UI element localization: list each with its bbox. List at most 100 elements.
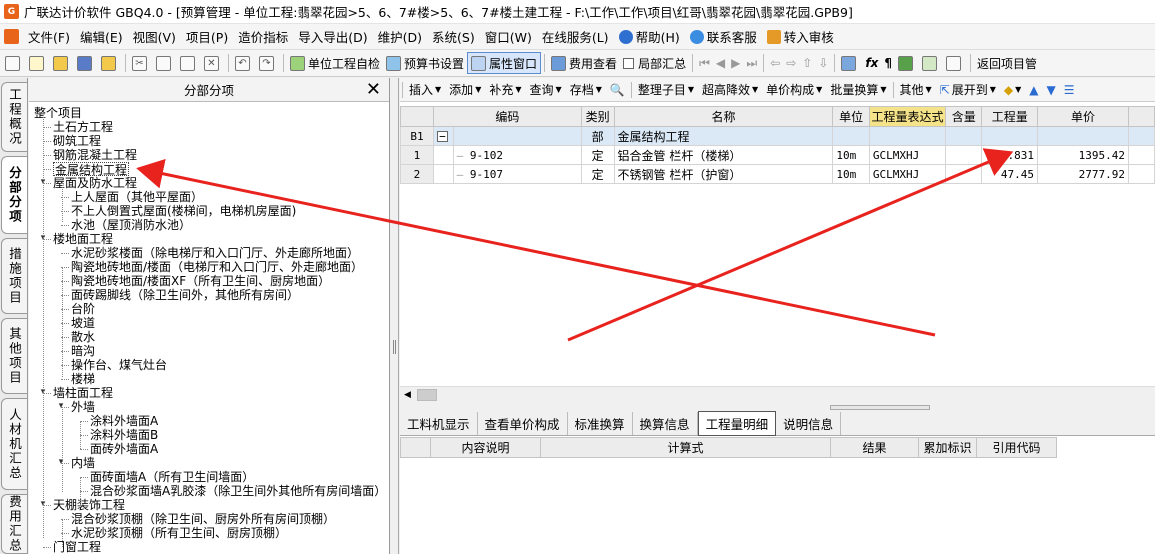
menu-system[interactable]: 系统(S)	[427, 27, 480, 46]
chevron-down-icon[interactable]: ▾	[56, 457, 66, 467]
image-button[interactable]	[919, 52, 943, 74]
tree-node[interactable]: 面砖面墙A（所有卫生间墙面）	[90, 470, 254, 484]
col-unit-price[interactable]: 单价	[1036, 106, 1129, 127]
move-up-row-button[interactable]: ▲	[1025, 83, 1042, 97]
unit-price-composition-button[interactable]: 单价构成 ▼	[762, 81, 826, 98]
tree-node[interactable]: 混合砂浆面墙A乳胶漆（除卫生间外其他所有房间墙面）	[90, 484, 386, 498]
tree-node[interactable]: 天棚装饰工程	[53, 498, 125, 512]
property-window-button[interactable]: 属性窗口	[467, 52, 542, 74]
tree-node[interactable]: 台阶	[71, 302, 95, 316]
table-row[interactable]: B1 − 部 金属结构工程	[400, 126, 1155, 146]
detail-col-description[interactable]: 内容说明	[430, 437, 541, 458]
tree-node[interactable]: 内墙	[71, 456, 95, 470]
new-button[interactable]	[2, 52, 26, 74]
cell-content[interactable]	[945, 145, 983, 165]
paragraph-button[interactable]: ¶	[881, 52, 895, 74]
tab-description[interactable]: 说明信息	[776, 412, 842, 435]
copy-button[interactable]	[153, 52, 177, 74]
menu-contact[interactable]: 联系客服	[685, 27, 762, 46]
menu-transfer-review[interactable]: 转入审核	[762, 27, 839, 46]
cell-unit-price[interactable]	[1036, 126, 1129, 146]
delete-button[interactable]: ✕	[201, 52, 225, 74]
cell-code[interactable]: — 9-102	[452, 145, 582, 165]
close-icon[interactable]: ✕	[366, 79, 381, 100]
menu-online-service[interactable]: 在线服务(L)	[537, 27, 614, 46]
return-project-button[interactable]: 返回项目管	[974, 52, 1040, 74]
cell-type[interactable]: 部	[580, 126, 615, 146]
budget-settings-button[interactable]: 预算书设置	[383, 52, 467, 74]
chevron-down-icon[interactable]: ▾	[56, 401, 66, 411]
tab-divisions[interactable]: 分部分项	[1, 156, 27, 234]
tree-node[interactable]: 暗沟	[71, 344, 95, 358]
tab-standard-conversion[interactable]: 标准换算	[568, 412, 633, 435]
cell-content[interactable]	[945, 164, 983, 184]
tree-node[interactable]: 屋面及防水工程	[53, 176, 137, 190]
tree-node[interactable]: 门窗工程	[53, 540, 101, 554]
undo-button[interactable]: ↶	[232, 52, 256, 74]
tree-node[interactable]: 涂料外墙面B	[90, 428, 158, 442]
cell-unit[interactable]	[832, 126, 870, 146]
cell-unit-price[interactable]: 2777.92	[1036, 164, 1129, 184]
splitter-grip[interactable]	[830, 405, 930, 410]
tree-node[interactable]: 操作台、煤气灶台	[71, 358, 167, 372]
cell-quantity[interactable]	[981, 126, 1038, 146]
tree-node[interactable]: 面砖踢脚线（除卫生间外，其他所有房间）	[71, 288, 299, 302]
insert-button[interactable]: 插入 ▼	[405, 81, 445, 98]
menu-cost-index[interactable]: 造价指标	[233, 27, 293, 46]
detail-col-accumulate[interactable]: 累加标识	[918, 437, 977, 458]
tab-unit-price-composition[interactable]: 查看单价构成	[478, 412, 568, 435]
cell-content[interactable]	[945, 126, 983, 146]
menu-edit[interactable]: 编辑(E)	[75, 27, 128, 46]
table-row[interactable]: 1 — 9-102 定 铝合金管 栏杆（楼梯） 10m GCLMXHJ 8.83…	[400, 145, 1155, 165]
cell-quantity[interactable]: 8.831	[981, 145, 1038, 165]
more-button[interactable]: ☰	[1060, 83, 1079, 97]
tree-node[interactable]: 陶瓷地砖地面/楼面（电梯厅和入口门厅、外走廊地面）	[71, 260, 363, 274]
tab-fee-summary[interactable]: 费用汇总	[1, 494, 27, 554]
paint-button[interactable]: ◆ ▼	[1000, 83, 1025, 97]
cell-code[interactable]: — 9-107	[452, 164, 582, 184]
fee-view-button[interactable]: 费用查看	[548, 52, 620, 74]
tab-other-items[interactable]: 其他项目	[1, 318, 27, 394]
save-button[interactable]	[74, 52, 98, 74]
organize-items-button[interactable]: 整理子目 ▼	[634, 81, 698, 98]
folder-button[interactable]	[98, 52, 122, 74]
panel-splitter[interactable]	[391, 78, 399, 554]
scroll-left-icon[interactable]: ◀	[404, 390, 411, 400]
table-row[interactable]: 2 — 9-107 定 不锈钢管 栏杆（护窗） 10m GCLMXHJ 47.4…	[400, 164, 1155, 184]
tree-node[interactable]: 楼地面工程	[53, 232, 113, 246]
cell-code[interactable]	[452, 126, 582, 146]
next-record-button[interactable]: ▶	[728, 52, 743, 74]
tree-node[interactable]: 水泥砂浆楼面（除电梯厅和入口门厅、外走廊所地面）	[71, 246, 359, 260]
cell-quantity-expression[interactable]: GCLMXHJ	[868, 164, 947, 184]
first-record-button[interactable]: ⏮	[696, 52, 713, 74]
move-up-button[interactable]: ⇧	[799, 52, 815, 74]
cell-unit[interactable]: 10m	[832, 145, 870, 165]
tab-material-display[interactable]: 工料机显示	[400, 412, 478, 435]
tree-node[interactable]: 上人屋面（其他平屋面）	[71, 190, 203, 204]
binoculars-button[interactable]: 🔍	[606, 83, 629, 97]
tree-node[interactable]: 陶瓷地砖地面/楼面XF（所有卫生间、厨房地面）	[71, 274, 330, 288]
col-content[interactable]: 含量	[945, 106, 983, 127]
local-summary-toggle[interactable]: 局部汇总	[620, 52, 689, 74]
tree-node[interactable]: 外墙	[71, 400, 95, 414]
other-button[interactable]: 其他 ▼	[896, 81, 936, 98]
tree-node[interactable]: 水池（屋顶消防水池）	[71, 218, 191, 232]
tree-node[interactable]: 楼梯	[71, 372, 95, 386]
redo-button[interactable]: ↷	[256, 52, 280, 74]
formula-button[interactable]: fx	[862, 52, 881, 74]
batch-conversion-button[interactable]: 批量换算 ▼	[826, 81, 890, 98]
col-code[interactable]: 编码	[432, 106, 582, 127]
move-left-button[interactable]: ⇦	[767, 52, 783, 74]
tab-conversion-info[interactable]: 换算信息	[633, 412, 698, 435]
tree-node[interactable]: 土石方工程	[53, 120, 113, 134]
tree-node[interactable]: 散水	[71, 330, 95, 344]
col-type[interactable]: 类别	[580, 106, 615, 127]
menu-project[interactable]: 项目(P)	[181, 27, 233, 46]
tree-node[interactable]: 混合砂浆顶棚（除卫生间、厨房外所有房间顶棚）	[71, 512, 335, 526]
height-reduction-button[interactable]: 超高降效 ▼	[698, 81, 762, 98]
tab-project-overview[interactable]: 工程概况	[1, 82, 27, 152]
cube-button[interactable]	[895, 52, 919, 74]
local-summary-checkbox[interactable]	[623, 57, 635, 69]
tree-node[interactable]: 墙柱面工程	[53, 386, 113, 400]
move-down-row-button[interactable]: ▼	[1043, 83, 1060, 97]
